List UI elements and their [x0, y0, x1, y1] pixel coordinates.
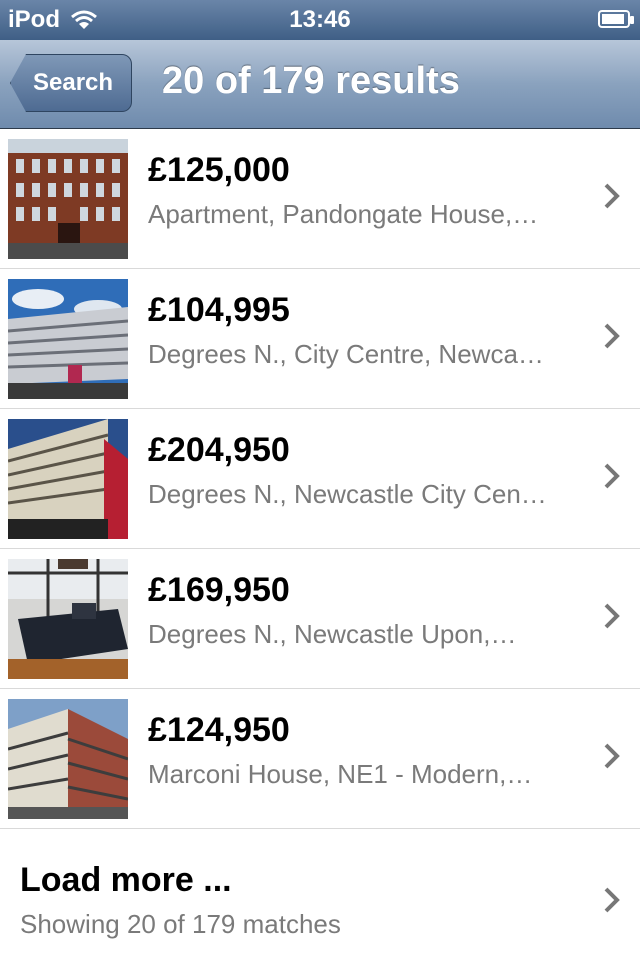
listing-price: £104,995	[148, 291, 290, 329]
back-button[interactable]: Search	[10, 54, 133, 112]
results-count-text: Showing 20 of 179 matches	[20, 909, 341, 939]
listing-price: £124,950	[148, 711, 290, 749]
list-item[interactable]: £125,000 Apartment, Pandongate House,…	[0, 129, 640, 269]
listing-price: £169,950	[148, 571, 290, 609]
clock: 13:46	[289, 6, 351, 33]
listing-description: Apartment, Pandongate House,…	[148, 199, 539, 229]
property-photo	[8, 419, 128, 539]
chevron-right-icon	[604, 323, 620, 349]
property-photo	[8, 279, 128, 399]
status-bar: iPod 13:46	[0, 0, 640, 40]
listing-price: £204,950	[148, 431, 290, 469]
load-more-row[interactable]: Load more ... Showing 20 of 179 matches	[0, 829, 640, 969]
list-item[interactable]: £169,950 Degrees N., Newcastle Upon,…	[0, 549, 640, 689]
battery-icon	[598, 10, 634, 28]
chevron-right-icon	[604, 743, 620, 769]
list-item[interactable]: £204,950 Degrees N., Newcastle City Cen…	[0, 409, 640, 549]
listing-description: Degrees N., Newcastle Upon,…	[148, 619, 517, 649]
chevron-right-icon	[604, 887, 620, 913]
results-list: £125,000 Apartment, Pandongate House,… £…	[0, 129, 640, 969]
chevron-right-icon	[604, 183, 620, 209]
load-more-label: Load more ...	[20, 861, 232, 899]
chevron-right-icon	[604, 603, 620, 629]
property-photo	[8, 559, 128, 679]
listing-description: Degrees N., City Centre, Newca…	[148, 339, 544, 369]
navigation-bar: Search 20 of 179 results	[0, 40, 640, 129]
listing-price: £125,000	[148, 151, 290, 189]
list-item[interactable]: £124,950 Marconi House, NE1 - Modern,…	[0, 689, 640, 829]
property-photo	[8, 699, 128, 819]
property-photo	[8, 139, 128, 259]
listing-description: Marconi House, NE1 - Modern,…	[148, 759, 533, 789]
listing-description: Degrees N., Newcastle City Cen…	[148, 479, 547, 509]
chevron-right-icon	[604, 463, 620, 489]
list-item[interactable]: £104,995 Degrees N., City Centre, Newca…	[0, 269, 640, 409]
page-title: 20 of 179 results	[162, 60, 460, 102]
